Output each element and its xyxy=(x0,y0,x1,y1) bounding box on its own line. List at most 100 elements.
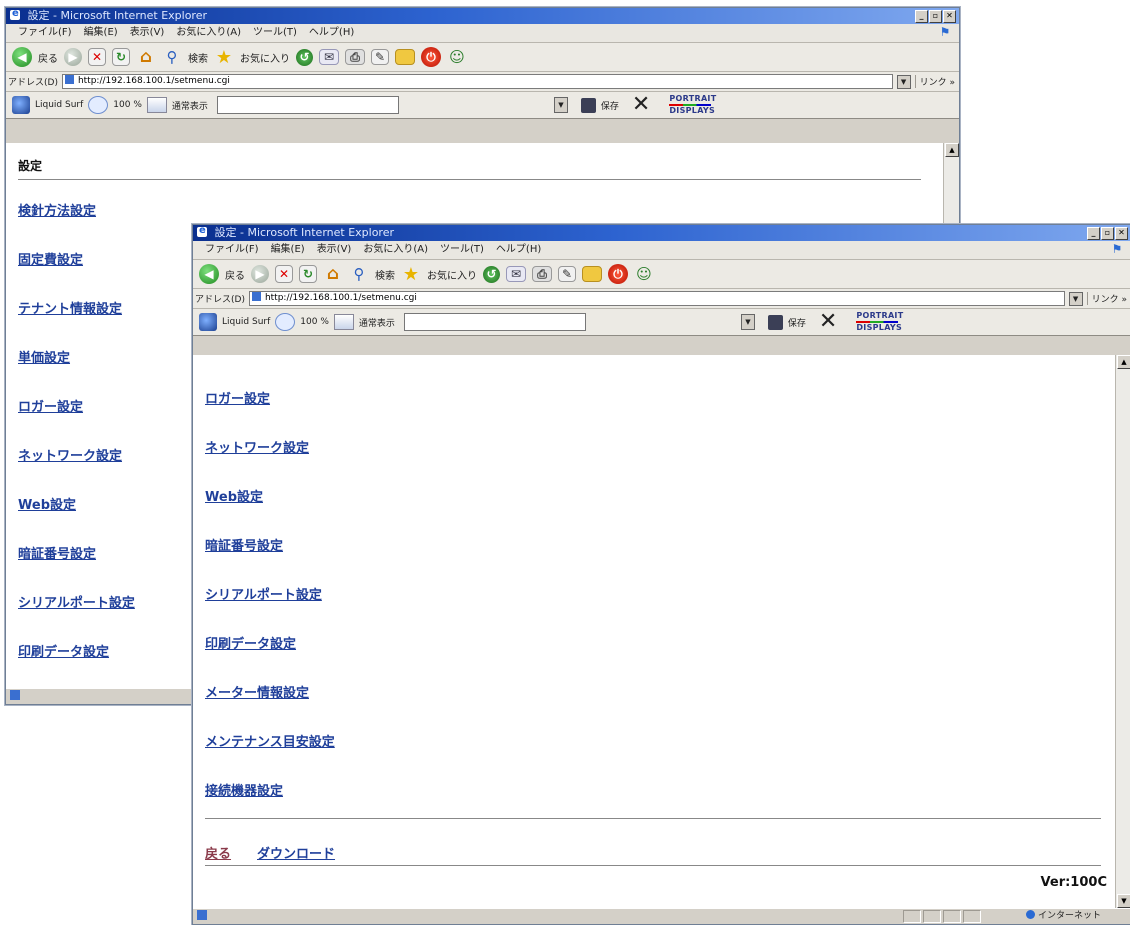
vertical-scrollbar[interactable]: ▲ ▼ xyxy=(1115,355,1130,908)
minimize-button[interactable]: _ xyxy=(915,10,928,23)
link-network[interactable]: ネットワーク設定 xyxy=(205,437,309,456)
zoom-level[interactable]: 100 % xyxy=(113,100,142,110)
liquid-surf-logo-icon[interactable] xyxy=(199,313,217,331)
liquid-surf-input[interactable] xyxy=(403,313,586,331)
folder-icon[interactable] xyxy=(395,49,415,65)
refresh-icon[interactable]: ↻ xyxy=(112,48,130,66)
zoom-icon[interactable] xyxy=(275,313,296,331)
menu-tools[interactable]: ツール(T) xyxy=(440,241,484,259)
zoom-level[interactable]: 100 % xyxy=(300,317,329,327)
link-unit-price[interactable]: 単価設定 xyxy=(18,347,70,366)
address-dropdown-button[interactable]: ▼ xyxy=(1068,291,1083,306)
menu-file[interactable]: ファイル(F) xyxy=(205,241,259,259)
forward-arrow-icon[interactable]: ▶ xyxy=(64,48,82,66)
messenger-icon[interactable]: ☺ xyxy=(634,264,654,284)
link-network[interactable]: ネットワーク設定 xyxy=(18,445,122,464)
search-button-label[interactable]: 検索 xyxy=(375,267,395,282)
link-logger[interactable]: ロガー設定 xyxy=(205,388,270,407)
menu-view[interactable]: 表示(V) xyxy=(130,24,165,42)
close-x-icon[interactable]: ✕ xyxy=(819,311,837,333)
view-mode-label[interactable]: 通常表示 xyxy=(359,316,395,329)
mail-icon[interactable]: ✉ xyxy=(506,266,526,282)
menu-favorites[interactable]: お気に入り(A) xyxy=(363,241,428,259)
history-icon[interactable]: ↺ xyxy=(483,265,500,283)
back-arrow-icon[interactable]: ◀ xyxy=(12,47,32,67)
back-button-label[interactable]: 戻る xyxy=(38,50,58,65)
power-icon[interactable]: ⏻ xyxy=(421,47,441,67)
menu-view[interactable]: 表示(V) xyxy=(317,241,352,259)
edit-icon[interactable]: ✎ xyxy=(558,266,576,282)
link-connected-devices[interactable]: 接続機器設定 xyxy=(205,780,283,799)
link-print-data[interactable]: 印刷データ設定 xyxy=(18,641,109,660)
maximize-button[interactable]: ▫ xyxy=(929,10,942,23)
minimize-button[interactable]: _ xyxy=(1087,227,1100,240)
link-pin[interactable]: 暗証番号設定 xyxy=(205,535,283,554)
liquid-surf-dropdown[interactable]: ▼ xyxy=(740,314,755,330)
menu-tools[interactable]: ツール(T) xyxy=(253,24,297,42)
menu-help[interactable]: ヘルプ(H) xyxy=(309,24,354,42)
menu-help[interactable]: ヘルプ(H) xyxy=(496,241,541,259)
favorites-button-label[interactable]: お気に入り xyxy=(240,50,290,65)
search-button-label[interactable]: 検索 xyxy=(188,50,208,65)
link-logger[interactable]: ロガー設定 xyxy=(18,396,83,415)
liquid-surf-logo-icon[interactable] xyxy=(12,96,30,114)
link-maintenance-guide[interactable]: メンテナンス目安設定 xyxy=(205,731,335,750)
back-link[interactable]: 戻る xyxy=(205,843,231,862)
stop-icon[interactable]: ✕ xyxy=(88,48,106,66)
home-icon[interactable]: ⌂ xyxy=(323,264,343,284)
link-serial-port[interactable]: シリアルポート設定 xyxy=(205,584,322,603)
favorites-button-label[interactable]: お気に入り xyxy=(427,267,477,282)
link-tenant-info[interactable]: テナント情報設定 xyxy=(18,298,122,317)
save-disk-icon[interactable] xyxy=(580,97,596,113)
print-icon[interactable]: ⎙ xyxy=(345,49,365,65)
download-link[interactable]: ダウンロード xyxy=(257,843,335,862)
address-input[interactable]: http://192.168.100.1/setmenu.cgi xyxy=(248,291,1065,306)
menu-file[interactable]: ファイル(F) xyxy=(18,24,72,42)
power-icon[interactable]: ⏻ xyxy=(608,264,628,284)
favorites-star-icon[interactable]: ★ xyxy=(401,264,421,285)
liquid-surf-brand[interactable]: Liquid Surf xyxy=(35,100,83,110)
links-label[interactable]: リンク » xyxy=(1086,292,1130,305)
back-button-label[interactable]: 戻る xyxy=(225,267,245,282)
favorites-star-icon[interactable]: ★ xyxy=(214,47,234,68)
print-icon[interactable]: ⎙ xyxy=(532,266,552,282)
link-pin[interactable]: 暗証番号設定 xyxy=(18,543,96,562)
scroll-up-arrow-icon[interactable]: ▲ xyxy=(1117,355,1130,369)
link-serial-port[interactable]: シリアルポート設定 xyxy=(18,592,135,611)
view-mode-icon[interactable] xyxy=(333,314,354,330)
zoom-icon[interactable] xyxy=(88,96,109,114)
liquid-surf-input[interactable] xyxy=(216,96,399,114)
folder-icon[interactable] xyxy=(582,266,602,282)
close-button[interactable]: ✕ xyxy=(943,10,956,23)
link-print-data[interactable]: 印刷データ設定 xyxy=(205,633,296,652)
save-label[interactable]: 保存 xyxy=(601,99,619,112)
link-meter-info[interactable]: メーター情報設定 xyxy=(205,682,309,701)
menu-favorites[interactable]: お気に入り(A) xyxy=(176,24,241,42)
refresh-icon[interactable]: ↻ xyxy=(299,265,317,283)
menu-edit[interactable]: 編集(E) xyxy=(271,241,305,259)
link-web[interactable]: Web設定 xyxy=(18,494,76,513)
stop-icon[interactable]: ✕ xyxy=(275,265,293,283)
mail-icon[interactable]: ✉ xyxy=(319,49,339,65)
scroll-up-arrow-icon[interactable]: ▲ xyxy=(945,143,959,157)
back-arrow-icon[interactable]: ◀ xyxy=(199,264,219,284)
history-icon[interactable]: ↺ xyxy=(296,48,313,66)
scroll-down-arrow-icon[interactable]: ▼ xyxy=(1117,894,1130,908)
links-label[interactable]: リンク » xyxy=(914,75,959,88)
menu-edit[interactable]: 編集(E) xyxy=(84,24,118,42)
close-button[interactable]: ✕ xyxy=(1115,227,1128,240)
maximize-button[interactable]: ▫ xyxy=(1101,227,1114,240)
save-disk-icon[interactable] xyxy=(767,314,783,330)
liquid-surf-brand[interactable]: Liquid Surf xyxy=(222,317,270,327)
edit-icon[interactable]: ✎ xyxy=(371,49,389,65)
liquid-surf-dropdown[interactable]: ▼ xyxy=(553,97,568,113)
address-dropdown-button[interactable]: ▼ xyxy=(896,74,911,89)
view-mode-label[interactable]: 通常表示 xyxy=(172,99,208,112)
title-bar[interactable]: 設定 - Microsoft Internet Explorer _ ▫ ✕ xyxy=(193,225,1130,241)
link-fixed-cost[interactable]: 固定費設定 xyxy=(18,249,83,268)
save-label[interactable]: 保存 xyxy=(788,316,806,329)
search-icon[interactable]: ⚲ xyxy=(162,47,182,67)
home-icon[interactable]: ⌂ xyxy=(136,47,156,67)
address-input[interactable]: http://192.168.100.1/setmenu.cgi xyxy=(61,74,893,89)
forward-arrow-icon[interactable]: ▶ xyxy=(251,265,269,283)
